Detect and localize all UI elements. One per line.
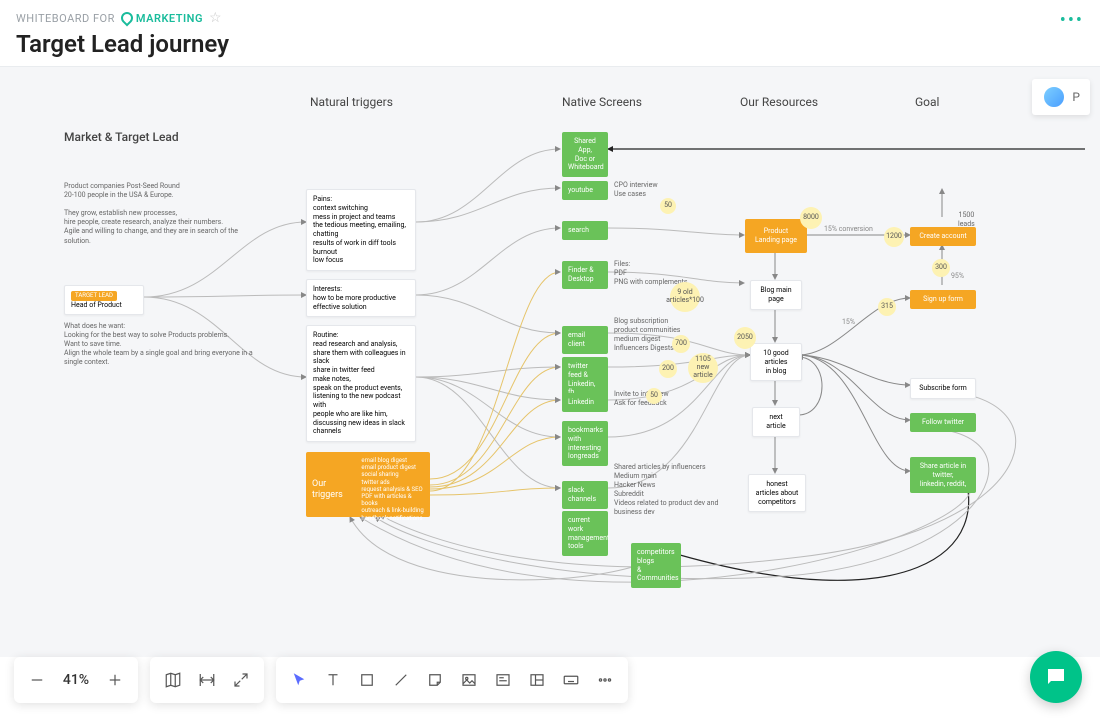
screen-bookmarks[interactable]: bookmarks with interesting longreads — [562, 421, 608, 466]
blog-main-card[interactable]: Blog main page — [750, 280, 802, 310]
tools-group — [276, 657, 628, 703]
page-title: Target Lead journey — [16, 30, 1084, 58]
breadcrumb: WHITEBOARD FOR MARKETING ☆ — [16, 10, 1084, 26]
landing-page-card[interactable]: Product Landing page — [745, 219, 807, 253]
persona-role: Head of Product — [71, 301, 122, 309]
goal-create-account[interactable]: Create account — [910, 227, 976, 246]
edge-label-15: 15% — [842, 318, 855, 326]
keyboard-shortcuts-button[interactable] — [554, 663, 588, 697]
metric-700: 700 — [672, 335, 690, 353]
screen-email-side: Blog subscription product communities me… — [614, 317, 680, 353]
view-group — [150, 657, 264, 703]
metric-old-articles: 9 old articles*100 — [670, 282, 700, 312]
template-tool[interactable] — [520, 663, 554, 697]
screen-linkedin[interactable]: Linkedin — [562, 393, 608, 412]
line-tool[interactable] — [384, 663, 418, 697]
goal-subscribe[interactable]: Subscribe form — [910, 378, 976, 399]
fullscreen-button[interactable] — [224, 663, 258, 697]
column-header-screens: Native Screens — [562, 95, 642, 109]
fit-width-button[interactable] — [190, 663, 224, 697]
screen-slack-side: Shared articles by influencers Medium ma… — [614, 463, 734, 518]
screen-search[interactable]: search — [562, 221, 608, 240]
pains-card[interactable]: Pains: context switching mess in project… — [306, 189, 416, 271]
metric-new-article: 1105 new article — [688, 353, 718, 383]
edge-label-conversion: 15% conversion — [824, 225, 873, 233]
map-view-button[interactable] — [156, 663, 190, 697]
persona-tag: TARGET LEAD — [71, 291, 117, 301]
breadcrumb-label: WHITEBOARD FOR — [16, 12, 115, 25]
avatar-initial: P — [1072, 90, 1080, 104]
screen-email[interactable]: email client — [562, 326, 608, 354]
metric-50a: 50 — [660, 198, 676, 214]
metric-300: 300 — [932, 259, 950, 277]
more-menu-icon[interactable]: ••• — [1060, 10, 1084, 31]
persona-market-text: Product companies Post-Seed Round 20-100… — [64, 182, 264, 246]
next-article-card[interactable]: next article — [752, 407, 800, 437]
persona-want-text: What does he want: Looking for the best … — [64, 322, 264, 367]
our-triggers-card[interactable]: Our triggers email blog digest email pro… — [306, 452, 430, 517]
screen-slack[interactable]: slack channels — [562, 481, 608, 509]
screen-competitors[interactable]: competitors blogs & Communities — [631, 543, 681, 588]
metric-1200: 1200 — [884, 227, 904, 247]
zoom-out-button[interactable] — [20, 663, 54, 697]
chat-fab[interactable] — [1030, 651, 1082, 703]
our-triggers-list: email blog digest email product digest s… — [361, 457, 424, 522]
screen-finder[interactable]: Finder & Desktop — [562, 261, 608, 289]
column-header-goal: Goal — [915, 95, 939, 109]
goal-share[interactable]: Share article in twitter, linkedin, redd… — [910, 457, 976, 493]
routine-card[interactable]: Routine: read research and analysis, sha… — [306, 325, 416, 442]
zoom-in-button[interactable] — [98, 663, 132, 697]
screen-shared[interactable]: Shared App, Doc or Whiteboard — [562, 132, 608, 177]
screen-tools[interactable]: current work management tools — [562, 511, 608, 556]
cursor-tool[interactable] — [282, 663, 316, 697]
honest-articles-card[interactable]: honest articles about competitors — [748, 474, 806, 512]
whiteboard-canvas[interactable]: Market & Target Lead Natural triggers Na… — [0, 67, 1100, 657]
screen-youtube[interactable]: youtube — [562, 181, 608, 200]
workspace-link[interactable]: MARKETING — [121, 12, 203, 25]
card-tool[interactable] — [486, 663, 520, 697]
favorite-star-icon[interactable]: ☆ — [209, 10, 222, 26]
zoom-level[interactable]: 41% — [54, 672, 98, 688]
more-tools-button[interactable] — [588, 663, 622, 697]
screen-youtube-side: CPO interview Use cases — [614, 181, 658, 199]
sticky-note-tool[interactable] — [418, 663, 452, 697]
good-articles-card[interactable]: 10 good articles in blog — [750, 343, 802, 381]
edge-label-95: 95% — [951, 272, 964, 280]
zoom-group: 41% — [14, 657, 138, 703]
metric-200: 200 — [659, 360, 677, 378]
metric-2050: 2050 — [734, 327, 756, 349]
interests-card[interactable]: Interests: how to be more productive eff… — [306, 279, 416, 317]
bottom-toolbar: 41% — [14, 657, 628, 703]
metric-8000: 8000 — [800, 207, 822, 229]
metric-50b: 50 — [646, 388, 662, 404]
our-triggers-title: Our triggers — [312, 457, 355, 502]
chat-icon — [1044, 665, 1068, 689]
image-tool[interactable] — [452, 663, 486, 697]
shape-tool[interactable] — [350, 663, 384, 697]
goal-follow-twitter[interactable]: Follow twitter — [910, 413, 976, 432]
app-header: WHITEBOARD FOR MARKETING ☆ Target Lead j… — [0, 0, 1100, 67]
persona-card[interactable]: TARGET LEAD Head of Product — [64, 285, 144, 315]
text-tool[interactable] — [316, 663, 350, 697]
column-header-resources: Our Resources — [740, 95, 818, 109]
goal-signup-form[interactable]: Sign up form — [910, 290, 976, 309]
column-header-market: Market & Target Lead — [64, 130, 179, 144]
workspace-pin-icon — [118, 10, 135, 27]
column-header-triggers: Natural triggers — [310, 95, 393, 109]
presence-box[interactable]: P — [1032, 79, 1090, 115]
metric-315: 315 — [878, 298, 896, 316]
avatar-icon — [1042, 85, 1066, 109]
